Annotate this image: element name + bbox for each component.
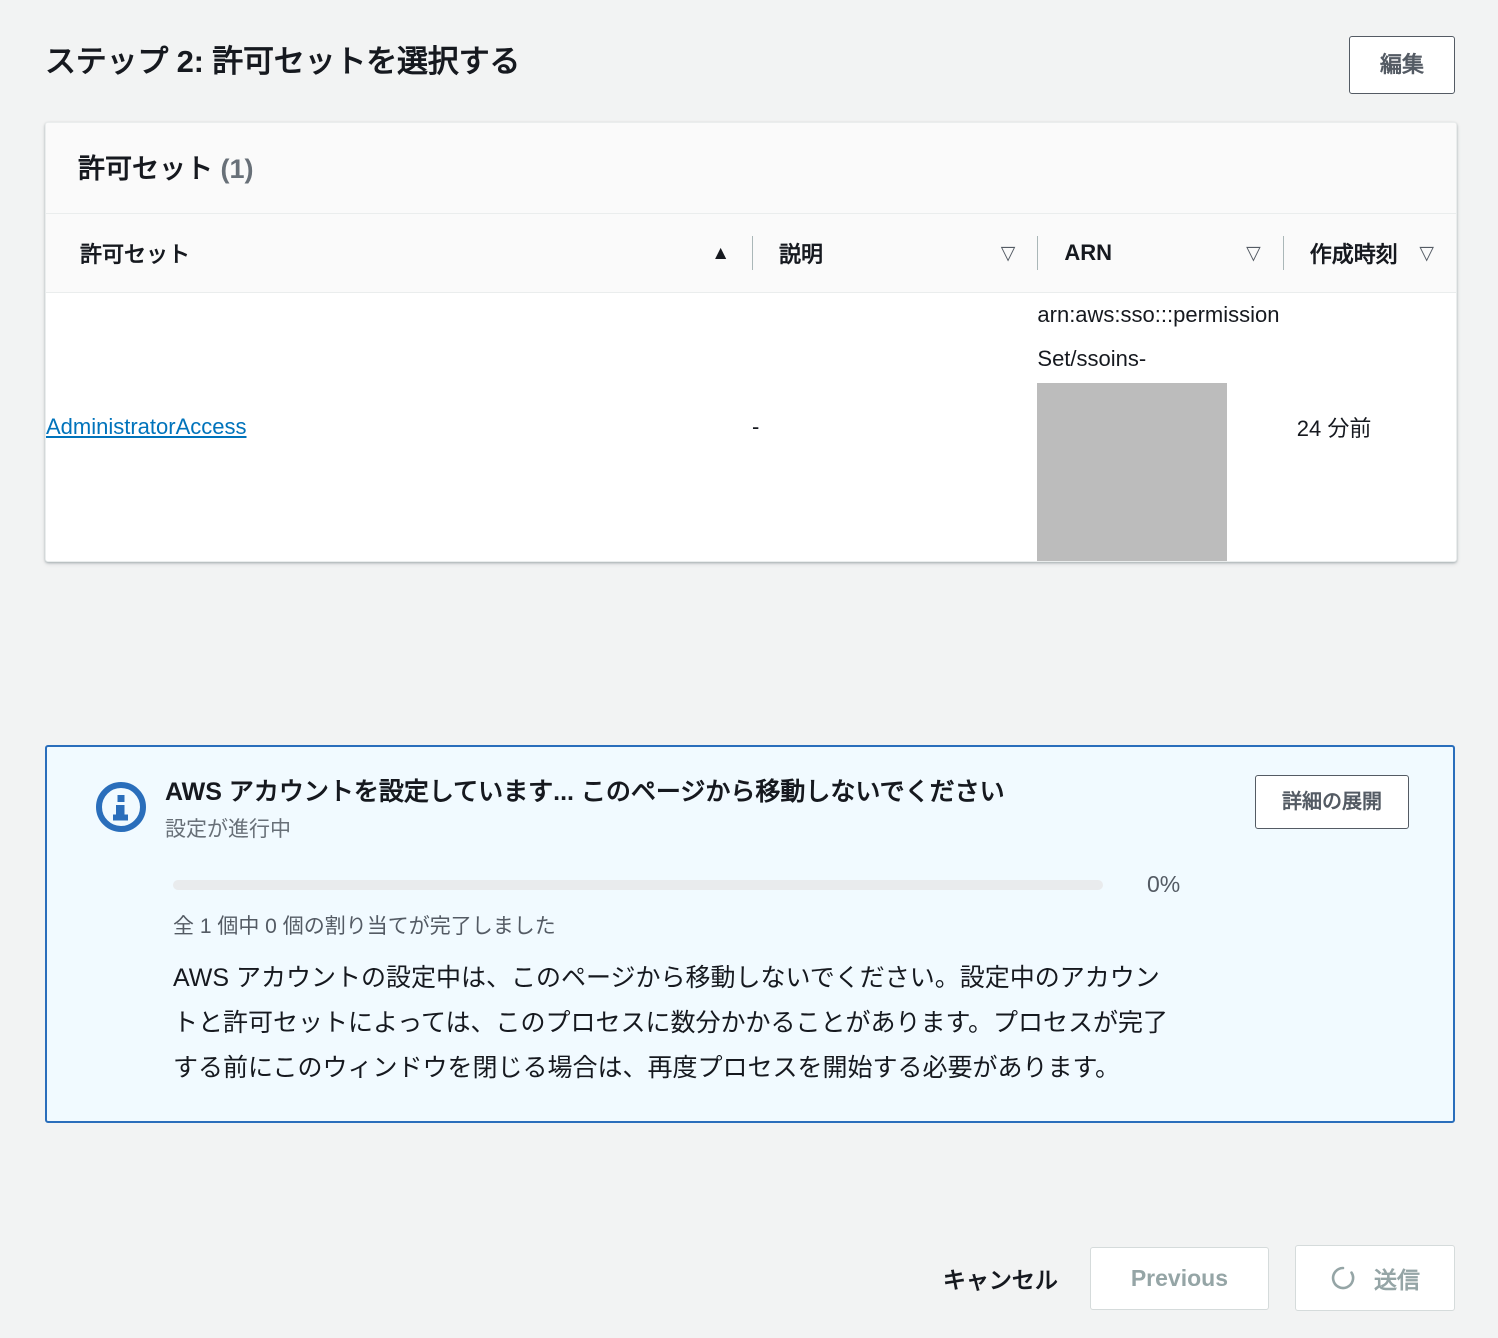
- cell-created-time: 24 分前: [1282, 292, 1456, 561]
- redaction-block: [1037, 383, 1228, 561]
- page-title: ステップ 2: 許可セットを選択する: [45, 44, 521, 79]
- cell-arn: arn:aws:sso:::permissionSet/ssoins-: [1037, 292, 1283, 561]
- previous-button[interactable]: Previous: [1089, 1246, 1269, 1310]
- progress-bar: [173, 879, 1103, 890]
- permission-sets-table: 許可セット ▲ 説明 ▽ ARN ▽ 作成時刻 ▽ AdministratorA…: [46, 214, 1456, 561]
- wizard-footer: キャンセル Previous 送信: [45, 1245, 1455, 1311]
- step-header: ステップ 2: 許可セットを選択する 編集: [45, 36, 1455, 94]
- sort-descending-icon[interactable]: ▽: [1001, 244, 1016, 263]
- progress-percent-label: 0%: [1147, 871, 1181, 897]
- alert-texts: AWS アカウントを設定しています... このページから移動しないでください 設…: [165, 773, 1255, 845]
- permission-sets-panel: 許可セット (1) 許可セット ▲ 説明 ▽ ARN ▽ 作成時刻 ▽ Admi…: [45, 122, 1457, 562]
- column-divider: [1282, 236, 1284, 270]
- cancel-button[interactable]: キャンセル: [937, 1247, 1064, 1309]
- table-body: AdministratorAccess - arn:aws:sso:::perm…: [46, 292, 1456, 561]
- panel-title-text: 許可セット: [78, 154, 213, 184]
- alert-body-text: AWS アカウントの設定中は、このページから移動しないでください。設定中のアカウ…: [173, 964, 1169, 1082]
- column-header-arn-label: ARN: [1064, 240, 1113, 265]
- table-header-row: 許可セット ▲ 説明 ▽ ARN ▽ 作成時刻 ▽: [46, 214, 1456, 293]
- column-header-created-time-label: 作成時刻: [1309, 242, 1398, 267]
- edit-button[interactable]: 編集: [1348, 36, 1455, 94]
- panel-header: 許可セット (1): [46, 123, 1456, 214]
- submit-button-label: 送信: [1374, 1267, 1420, 1293]
- column-divider: [1037, 236, 1039, 270]
- progress-row: 0%: [173, 873, 1423, 896]
- expand-details-button[interactable]: 詳細の展開: [1255, 775, 1409, 829]
- column-divider: [752, 236, 753, 270]
- column-header-created-time[interactable]: 作成時刻 ▽: [1282, 214, 1456, 293]
- sort-ascending-icon[interactable]: ▲: [711, 244, 730, 263]
- alert-subtitle: 設定が進行中: [165, 818, 291, 841]
- progress-caption: 全 1 個中 0 個の割り当てが完了しました: [173, 915, 556, 938]
- table-row[interactable]: AdministratorAccess - arn:aws:sso:::perm…: [46, 292, 1456, 561]
- column-header-arn[interactable]: ARN ▽: [1037, 214, 1283, 293]
- cell-permission-set: AdministratorAccess: [46, 292, 752, 561]
- panel-title-count: (1): [220, 154, 254, 184]
- provisioning-alert: AWS アカウントを設定しています... このページから移動しないでください 設…: [45, 745, 1455, 1123]
- sort-descending-icon[interactable]: ▽: [1246, 244, 1261, 263]
- column-header-permission-set[interactable]: 許可セット ▲: [46, 214, 752, 293]
- wizard-step-page: ステップ 2: 許可セットを選択する 編集 許可セット (1) 許可セット ▲: [0, 0, 1498, 1338]
- table-head: 許可セット ▲ 説明 ▽ ARN ▽ 作成時刻 ▽: [46, 214, 1456, 293]
- arn-text: arn:aws:sso:::permissionSet/ssoins-: [1037, 302, 1280, 371]
- info-icon: [95, 781, 147, 833]
- sort-descending-icon[interactable]: ▽: [1419, 244, 1434, 263]
- column-header-description-label: 説明: [779, 242, 824, 267]
- column-header-permission-set-label: 許可セット: [80, 242, 191, 267]
- column-header-description[interactable]: 説明 ▽: [752, 214, 1038, 293]
- panel-title: 許可セット (1): [78, 154, 254, 184]
- submit-button[interactable]: 送信: [1295, 1245, 1455, 1311]
- permission-set-link[interactable]: AdministratorAccess: [46, 414, 247, 439]
- loading-spinner-icon: [1330, 1265, 1356, 1291]
- alert-top-row: AWS アカウントを設定しています... このページから移動しないでください 設…: [77, 773, 1423, 845]
- cell-description: -: [752, 292, 1038, 561]
- alert-heading: AWS アカウントを設定しています... このページから移動しないでください: [165, 778, 1005, 806]
